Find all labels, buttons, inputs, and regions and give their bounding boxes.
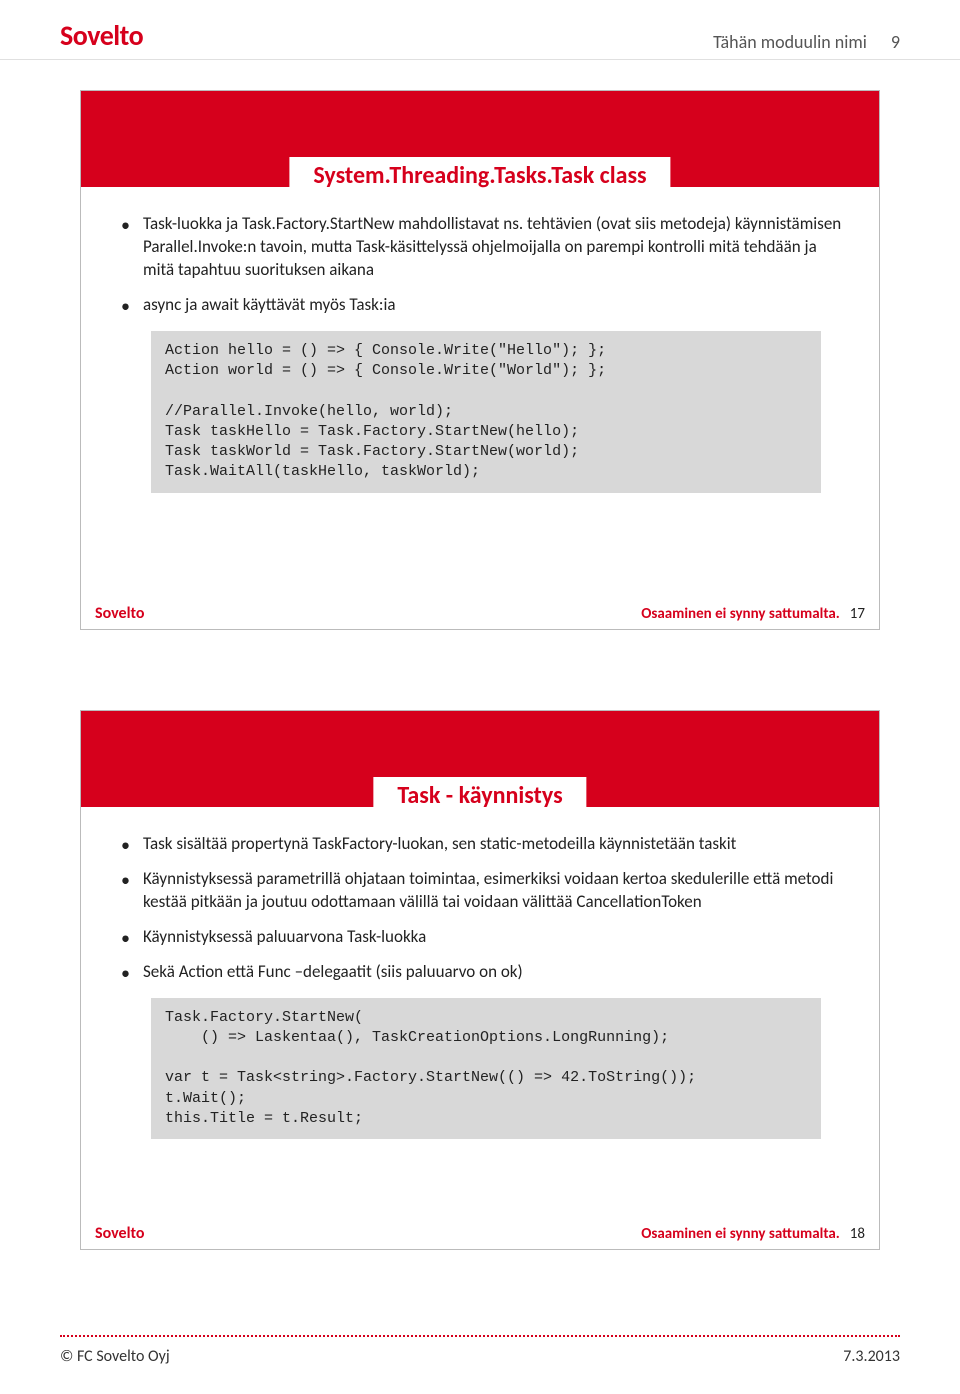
footer-logo: Sovelto [95,604,145,623]
brand-logo: Sovelto [60,18,143,53]
footer-slogan: Osaaminen ei synny sattumalta. [641,605,840,623]
slide-body: Task sisältää propertynä TaskFactory-luo… [81,807,879,1149]
slide-title-bar: System.Threading.Tasks.Task class [81,91,879,187]
footer-slogan: Osaaminen ei synny sattumalta. [641,1225,840,1243]
footer-date: 7.3.2013 [843,1347,900,1366]
code-block: Action hello = () => { Console.Write("He… [151,331,821,493]
list-item: Sekä Action että Func –delegaatit (siis … [121,961,851,984]
slide: Task - käynnistys Task sisältää property… [80,710,880,1250]
module-label: Tähän moduulin nimi [713,31,867,53]
slide-title: Task - käynnistys [373,777,586,812]
slide-title-bar: Task - käynnistys [81,711,879,807]
list-item: Task-luokka ja Task.Factory.StartNew mah… [121,213,851,282]
slide-number: 18 [850,1225,865,1243]
list-item: async ja await käyttävät myös Task:ia [121,294,851,317]
copyright-text: © FC Sovelto Oyj [60,1347,170,1366]
page-number: 9 [891,31,900,53]
bullet-list: Task sisältää propertynä TaskFactory-luo… [121,833,851,984]
slide-footer: Sovelto Osaaminen ei synny sattumalta. 1… [95,1224,865,1243]
footer-logo: Sovelto [95,1224,145,1243]
bullet-list: Task-luokka ja Task.Factory.StartNew mah… [121,213,851,317]
header-right: Tähän moduulin nimi 9 [713,31,900,53]
code-block: Task.Factory.StartNew( () => Laskentaa()… [151,998,821,1140]
list-item: Käynnistyksessä parametrillä ohjataan to… [121,868,851,914]
list-item: Task sisältää propertynä TaskFactory-luo… [121,833,851,856]
slide-body: Task-luokka ja Task.Factory.StartNew mah… [81,187,879,503]
slides-container: System.Threading.Tasks.Task class Task-l… [80,90,880,1330]
list-item: Käynnistyksessä paluuarvona Task-luokka [121,926,851,949]
slide-number: 17 [850,605,865,623]
page-header: Sovelto Tähän moduulin nimi 9 [0,18,960,60]
slide: System.Threading.Tasks.Task class Task-l… [80,90,880,630]
slide-title: System.Threading.Tasks.Task class [289,157,670,192]
slide-footer: Sovelto Osaaminen ei synny sattumalta. 1… [95,604,865,623]
page-footer: © FC Sovelto Oyj 7.3.2013 [60,1335,900,1366]
